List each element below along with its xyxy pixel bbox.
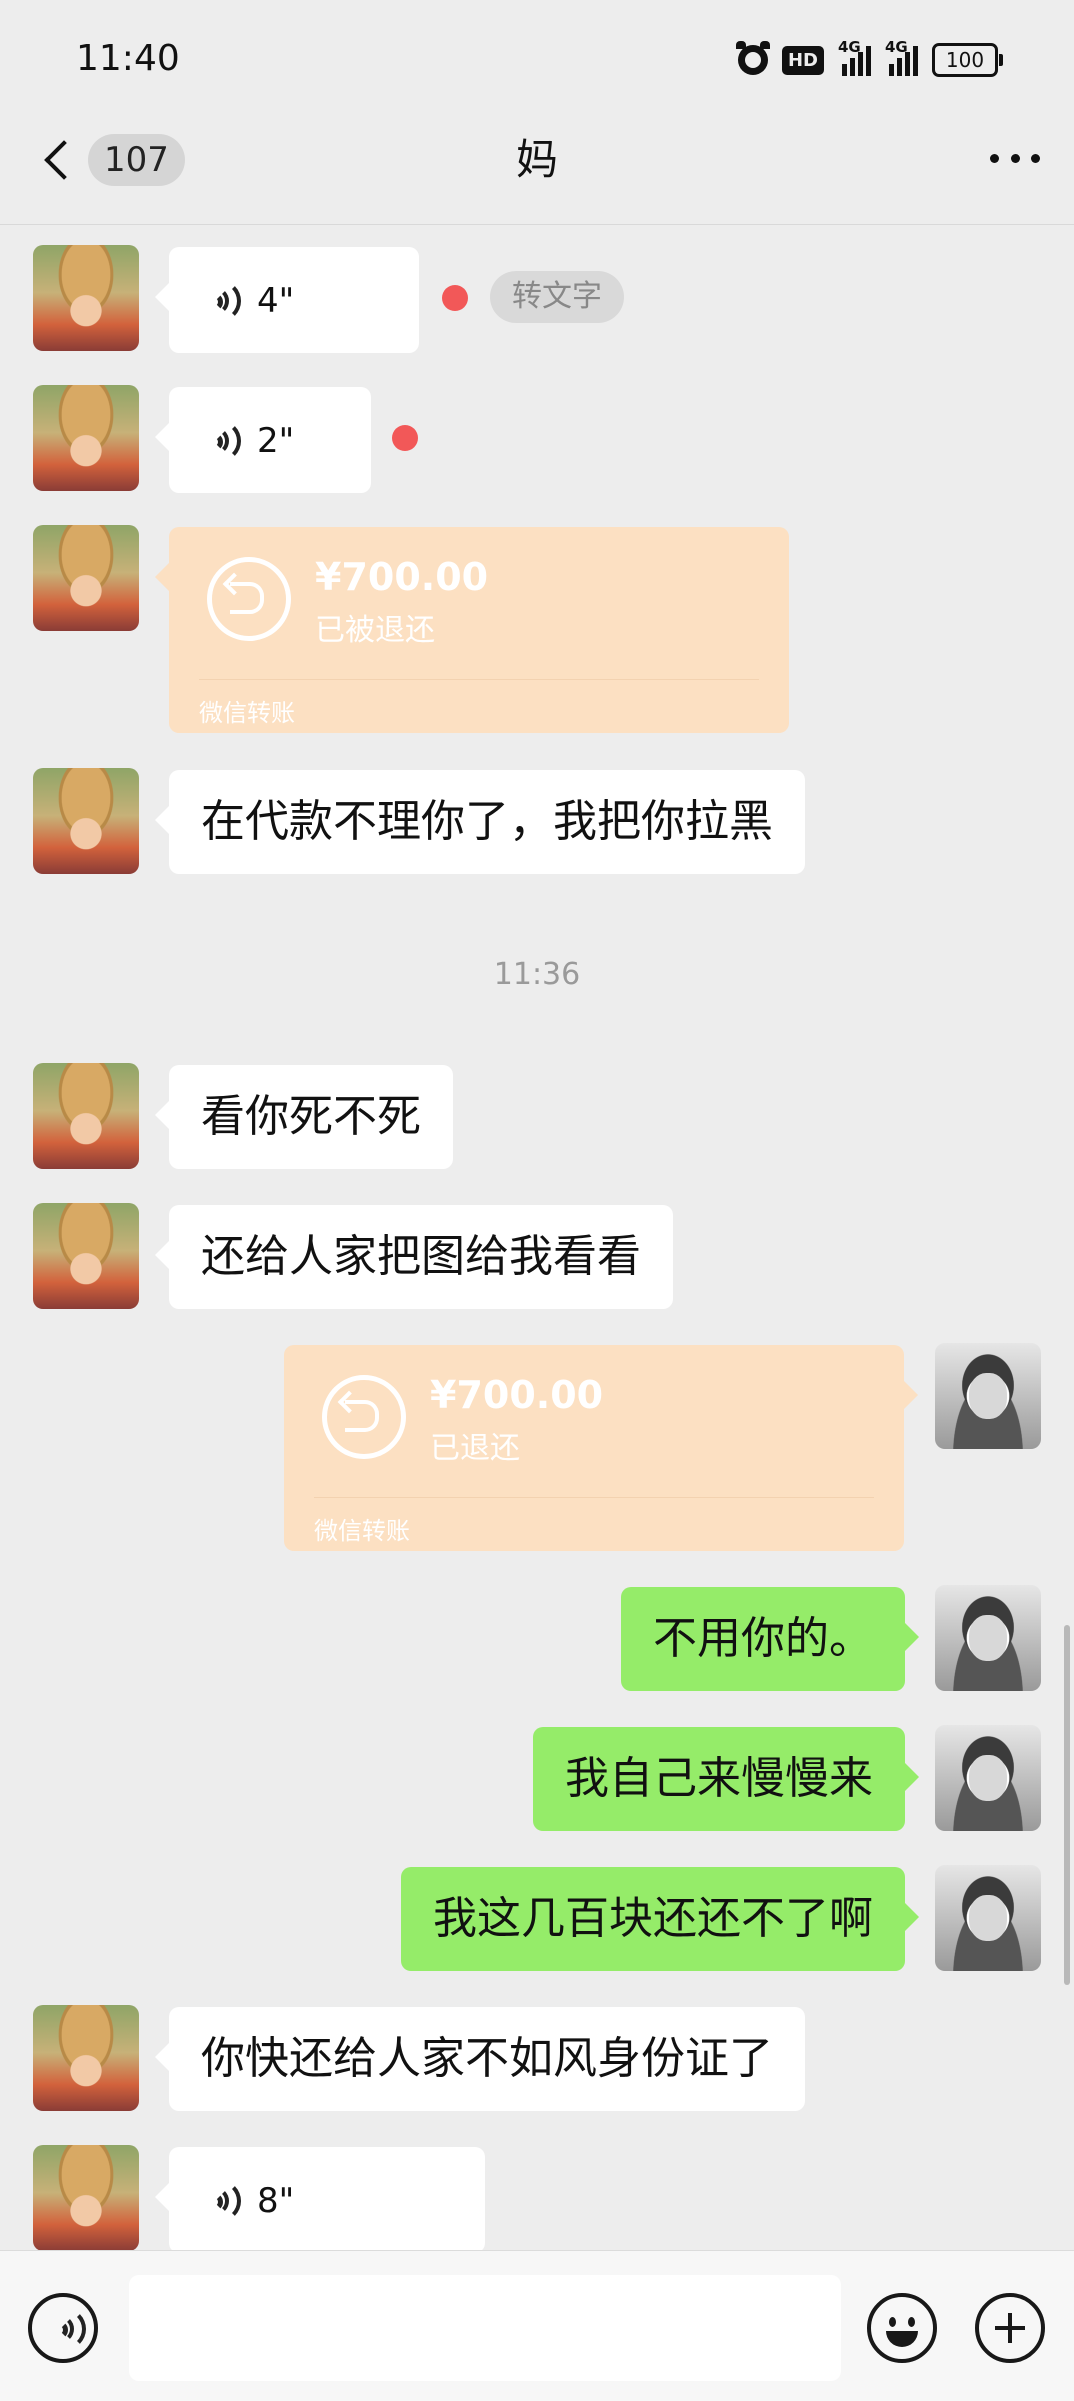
scrollbar[interactable] — [1064, 1625, 1070, 1985]
voice-message-bubble[interactable]: 8" — [155, 2147, 485, 2250]
voice-input-button[interactable] — [28, 2293, 98, 2363]
more-functions-button[interactable] — [975, 2293, 1045, 2363]
transfer-status: 已退还 — [430, 1431, 520, 1466]
text-message-bubble[interactable]: 还给人家把图给我看看 — [155, 1205, 673, 1309]
transfer-status: 已被退还 — [315, 613, 435, 648]
voice-duration: 2" — [257, 421, 295, 461]
chevron-left-icon — [44, 140, 84, 180]
voice-wave-icon — [201, 280, 241, 322]
back-button[interactable]: 107 — [36, 134, 185, 186]
my-avatar[interactable] — [935, 1865, 1041, 1971]
status-bar: 11:40 HD 4G 4G 100 — [0, 0, 1074, 120]
voice-wave-icon — [46, 2308, 86, 2350]
status-time: 11:40 — [76, 38, 180, 79]
text-message-bubble[interactable]: 在代款不理你了，我把你拉黑 — [155, 770, 805, 874]
contact-avatar[interactable] — [33, 245, 139, 351]
text-message-bubble[interactable]: 你快还给人家不如风身份证了 — [155, 2007, 805, 2111]
refund-arrow-icon — [322, 1375, 406, 1459]
more-options-button[interactable] — [990, 154, 1040, 168]
message-list[interactable]: 4" 转文字 2" ¥700.00 已被退还 微信转账 在代款不理你了，我把你拉… — [0, 225, 1074, 2250]
smile-icon — [886, 2331, 918, 2347]
contact-avatar[interactable] — [33, 768, 139, 874]
sent-message-bubble[interactable]: 我这几百块还还不了啊 — [401, 1867, 919, 1971]
voice-wave-icon — [201, 2180, 241, 2222]
transfer-card[interactable]: ¥700.00 已被退还 微信转账 — [155, 527, 789, 733]
status-icons: HD 4G 4G 100 — [735, 38, 1003, 80]
voice-duration: 8" — [257, 2181, 295, 2221]
input-bar — [0, 2250, 1074, 2401]
my-avatar[interactable] — [935, 1725, 1041, 1831]
refund-arrow-icon — [207, 557, 291, 641]
contact-avatar[interactable] — [33, 1063, 139, 1169]
transfer-label: 微信转账 — [314, 1517, 410, 1545]
text-message-bubble[interactable]: 看你死不死 — [155, 1065, 453, 1169]
more-dot-icon — [1010, 154, 1020, 163]
message-input[interactable] — [129, 2275, 841, 2381]
my-avatar[interactable] — [935, 1343, 1041, 1449]
signal-icon: 4G — [838, 38, 871, 76]
sent-message-bubble[interactable]: 不用你的。 — [621, 1587, 919, 1691]
voice-message-bubble[interactable]: 2" — [155, 387, 371, 493]
timestamp-separator: 11:36 — [493, 957, 581, 992]
transfer-amount: ¥700.00 — [430, 1373, 604, 1417]
contact-avatar[interactable] — [33, 385, 139, 491]
contact-avatar[interactable] — [33, 2005, 139, 2111]
convert-to-text-button[interactable]: 转文字 — [490, 271, 624, 323]
transfer-amount: ¥700.00 — [315, 555, 489, 599]
unread-voice-dot — [442, 285, 468, 311]
signal-icon-2: 4G — [885, 38, 918, 76]
divider — [199, 679, 759, 680]
network-type-label: 4G — [838, 38, 861, 56]
contact-avatar[interactable] — [33, 2145, 139, 2250]
emoji-button[interactable] — [867, 2293, 937, 2363]
contact-avatar[interactable] — [33, 525, 139, 631]
battery-icon: 100 — [932, 43, 1003, 77]
unread-count-badge: 107 — [88, 134, 185, 186]
contact-avatar[interactable] — [33, 1203, 139, 1309]
alarm-icon — [735, 41, 770, 75]
chat-header: 妈 107 — [0, 120, 1074, 225]
voice-message-bubble[interactable]: 4" — [155, 247, 419, 353]
sent-message-bubble[interactable]: 我自己来慢慢来 — [533, 1727, 919, 1831]
voice-duration: 4" — [257, 281, 295, 321]
transfer-label: 微信转账 — [199, 699, 295, 727]
more-dot-icon — [990, 154, 999, 163]
more-dot-icon — [1031, 154, 1040, 163]
hd-voice-icon: HD — [781, 45, 824, 75]
network-type-label-2: 4G — [885, 38, 908, 56]
unread-voice-dot — [392, 425, 418, 451]
transfer-card[interactable]: ¥700.00 已退还 微信转账 — [284, 1345, 918, 1551]
voice-wave-icon — [201, 420, 241, 462]
divider — [314, 1497, 874, 1498]
my-avatar[interactable] — [935, 1585, 1041, 1691]
